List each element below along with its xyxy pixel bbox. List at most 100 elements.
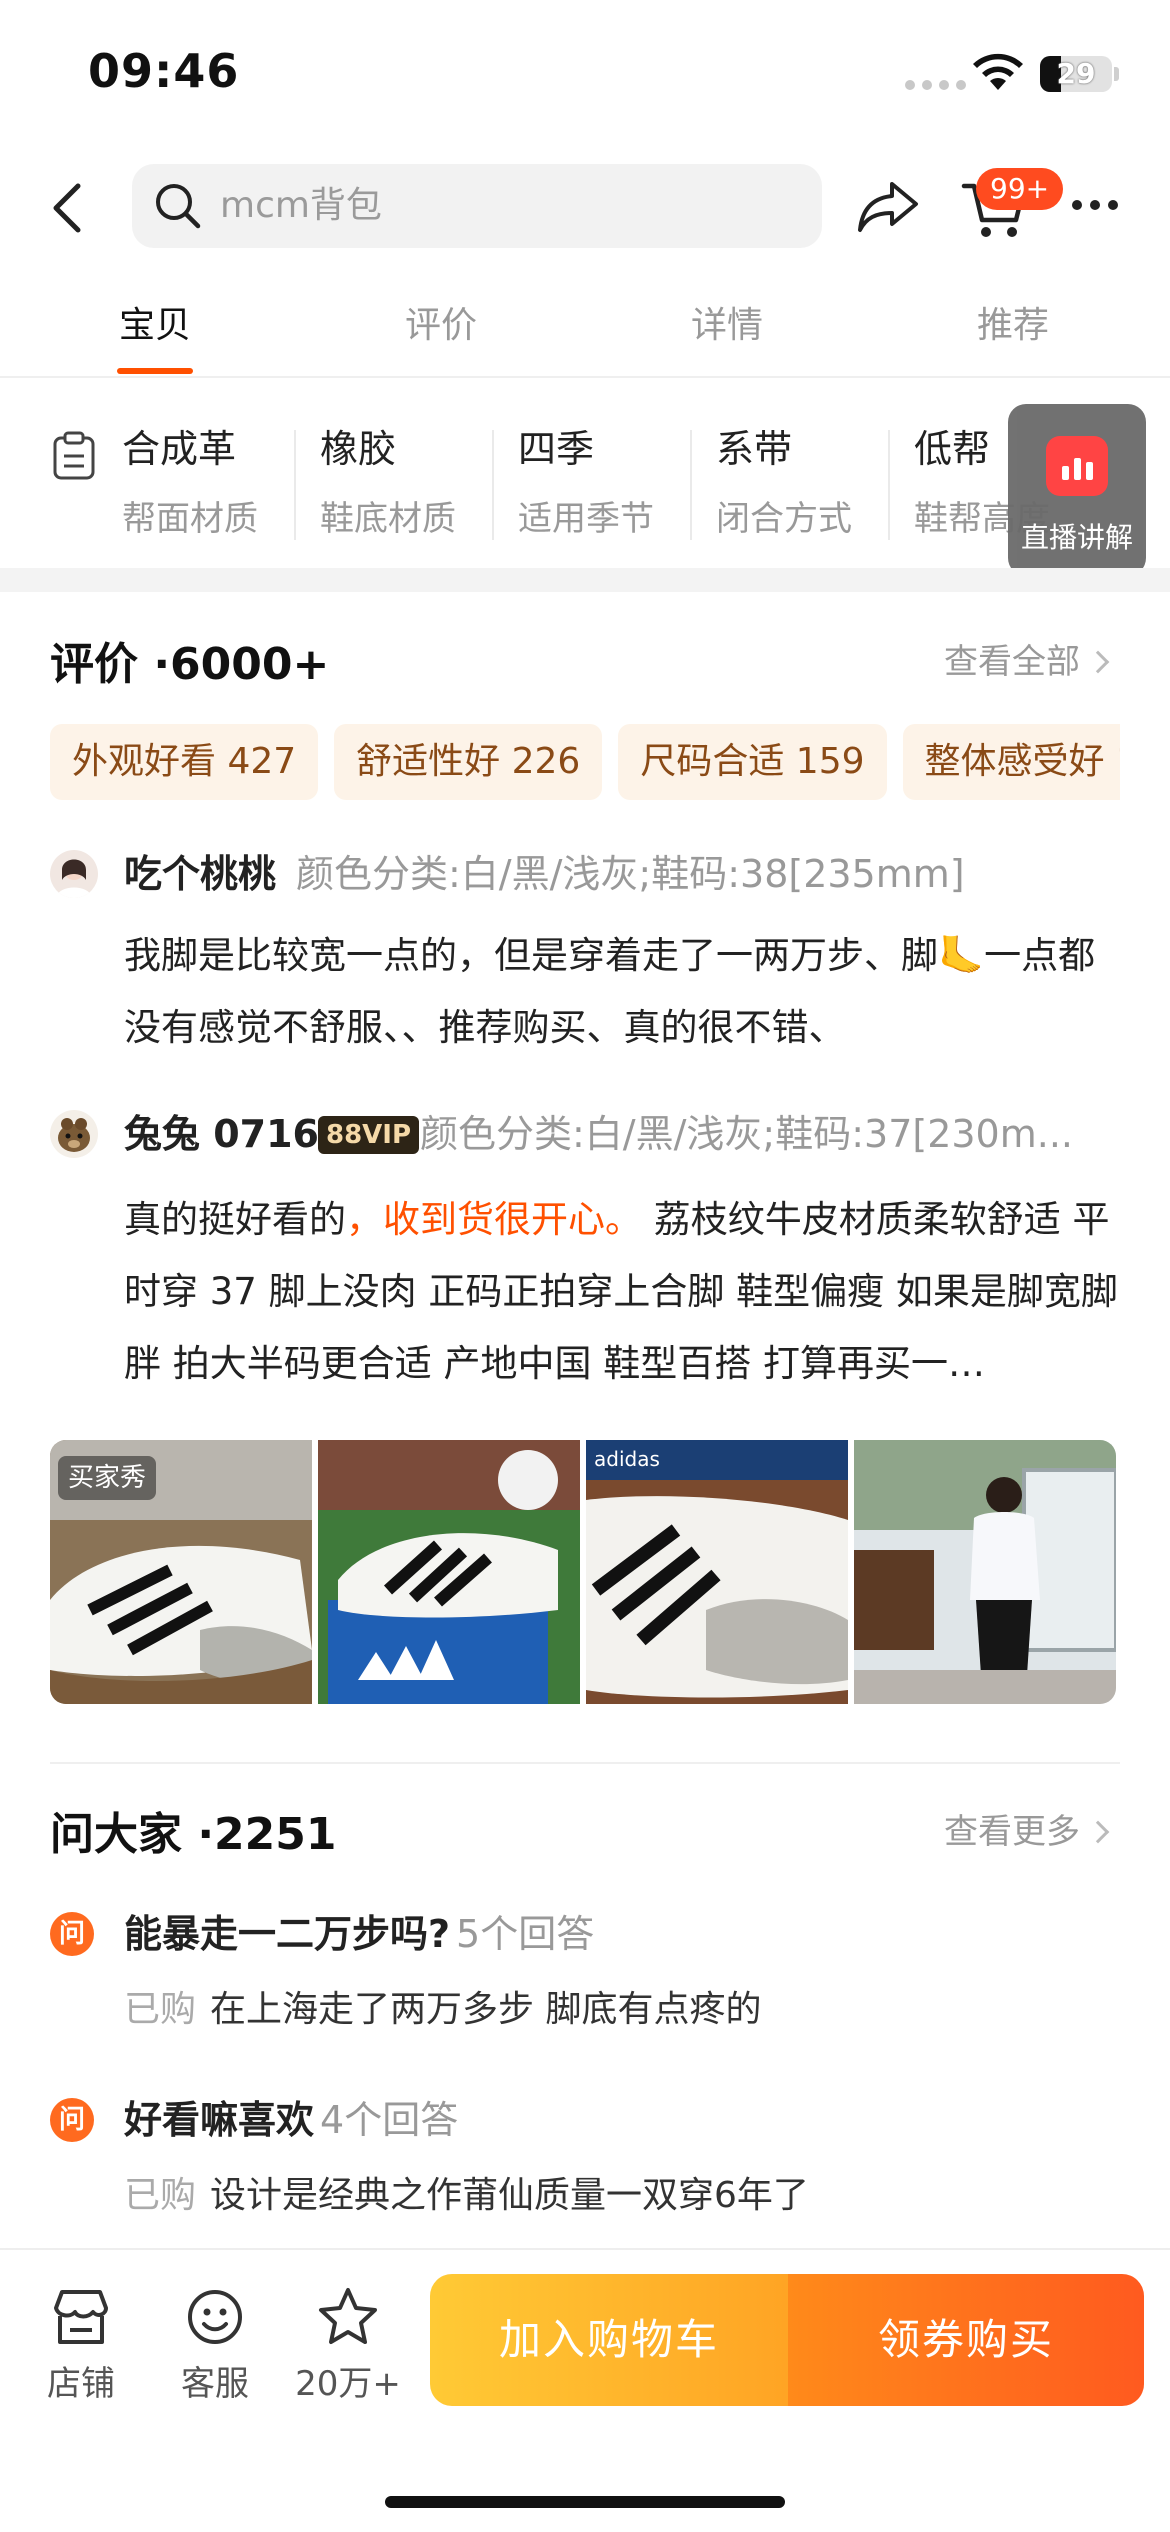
review-item[interactable]: 吃个桃桃 颜色分类:白/黑/浅灰;鞋码:38[235mm] 我脚是比较宽一点的，… <box>50 850 1120 1060</box>
search-icon <box>156 184 201 229</box>
attribute-separator <box>690 430 692 540</box>
tab-bar: 宝贝 评价 详情 推荐 <box>0 290 1170 380</box>
review-variant: 颜色分类:白/黑/浅灰;鞋码:37[230m... <box>420 1112 1073 1156</box>
answer-count: 4个回答 <box>320 2098 459 2142</box>
share-icon[interactable] <box>856 176 920 236</box>
chevron-right-icon <box>1086 1820 1110 1844</box>
qa-item[interactable]: 问 好看嘛喜欢 4个回答 已购 设计是经典之作莆仙质量一双穿6年了 <box>50 2092 1120 2232</box>
qa-question: 能暴走一二万步吗? 5个回答 <box>124 1906 594 1962</box>
search-bar[interactable]: mcm背包 <box>132 164 822 248</box>
service-label: 客服 <box>181 2364 249 2404</box>
star-icon <box>319 2288 377 2344</box>
buyer-show-tag: 买家秀 <box>58 1456 157 1500</box>
tab-active-indicator <box>117 368 193 374</box>
review-photo[interactable] <box>318 1440 580 1704</box>
view-more-qa-link[interactable]: 查看更多 <box>944 1804 1110 1853</box>
tab-recommend[interactable]: 推荐 <box>913 290 1113 362</box>
question-text: 能暴走一二万步吗? <box>124 1912 451 1956</box>
clipboard-icon <box>53 431 95 480</box>
view-all-reviews-link[interactable]: 查看全部 <box>944 634 1110 683</box>
store-button[interactable]: 店铺 <box>26 2284 136 2405</box>
avatar <box>50 1110 98 1158</box>
review-photo[interactable]: 买家秀 <box>50 1440 312 1704</box>
product-attributes[interactable]: 合成革 帮面材质 橡胶 鞋底材质 四季 适用季节 系带 闭合方式 低帮 鞋帮高度 <box>0 400 1170 570</box>
bottom-action-bar: 店铺 客服 20万+ 加入购物车 领券购买 <box>0 2248 1170 2532</box>
review-variant: 颜色分类:白/黑/浅灰;鞋码:38[235mm] <box>296 852 965 896</box>
review-photos: 买家秀 adidas <box>50 1440 1116 1704</box>
tab-reviews[interactable]: 评价 <box>341 290 541 362</box>
attribute-value: 系带 <box>716 427 793 471</box>
buy-with-coupon-button[interactable]: 领券购买 <box>788 2274 1144 2406</box>
attribute-value: 橡胶 <box>320 427 397 471</box>
review-tags: 外观好看 427 舒适性好 226 尺码合适 159 整体感受好 1 <box>50 724 1120 800</box>
review-text: 真的挺好看的，收到货很开心。 荔枝纹牛皮材质柔软舒适 平时穿 37 脚上没肉 正… <box>124 1184 1124 1400</box>
chevron-right-icon <box>1086 650 1110 674</box>
answer-count: 5个回答 <box>456 1912 595 1956</box>
tab-item[interactable]: 宝贝 <box>55 290 255 362</box>
view-all-label: 查看全部 <box>944 642 1080 682</box>
service-icon <box>188 2290 242 2344</box>
review-text-part: 真的挺好看的 <box>124 1198 346 1241</box>
home-indicator[interactable] <box>385 2496 785 2508</box>
question-text: 好看嘛喜欢 <box>124 2098 315 2142</box>
review-item[interactable]: 兔兔 0716 88VIP 颜色分类:白/黑/浅灰;鞋码:37[230m... … <box>50 1110 1120 1410</box>
wifi-icon <box>973 53 1023 90</box>
attribute-separator <box>888 430 890 540</box>
back-icon[interactable] <box>48 178 88 238</box>
attribute-separator <box>492 430 494 540</box>
review-text: 我脚是比较宽一点的，但是穿着走了一两万步、脚🦶一点都没有感觉不舒服、、推荐购买、… <box>124 934 1096 1049</box>
review-tag[interactable]: 尺码合适 159 <box>618 724 887 800</box>
avatar <box>50 850 98 898</box>
photo-brand-text: adidas <box>594 1447 660 1471</box>
more-icon[interactable] <box>1072 200 1118 210</box>
favorite-button[interactable]: 20万+ <box>290 2284 406 2405</box>
review-text-highlight: ，收到货很开心。 <box>346 1198 642 1241</box>
qa-question: 好看嘛喜欢 4个回答 <box>124 2092 458 2148</box>
signal-icon <box>905 80 966 90</box>
battery-level: 29 <box>1056 57 1096 90</box>
customer-service-button[interactable]: 客服 <box>160 2284 270 2405</box>
answer-text: 在上海走了两万多步 脚底有点疼的 <box>210 1989 762 2030</box>
section-gap <box>0 568 1170 592</box>
qa-answer: 已购 在上海走了两万多步 脚底有点疼的 <box>124 1982 761 2038</box>
reviewer-name: 吃个桃桃 <box>124 852 277 896</box>
live-stream-button[interactable]: 直播讲解 <box>1008 404 1146 576</box>
add-to-cart-button[interactable]: 加入购物车 <box>430 2274 788 2406</box>
battery-icon: 29 <box>1040 56 1112 92</box>
search-input[interactable]: mcm背包 <box>220 164 382 248</box>
question-icon: 问 <box>50 2098 94 2142</box>
qa-answer: 已购 设计是经典之作莆仙质量一双穿6年了 <box>124 2168 809 2224</box>
qa-title: 问大家 ·2251 <box>50 1809 337 1860</box>
favorites-count: 20万+ <box>295 2364 401 2404</box>
reviewer-name: 兔兔 0716 <box>124 1112 319 1156</box>
review-tag[interactable]: 外观好看 427 <box>50 724 319 800</box>
live-label: 直播讲解 <box>1020 521 1133 554</box>
status-time: 09:46 <box>88 44 240 98</box>
view-more-label: 查看更多 <box>944 1812 1080 1852</box>
attribute-separator <box>294 430 296 540</box>
reviews-title: 评价 ·6000+ <box>50 639 330 690</box>
attribute-key: 鞋底材质 <box>320 499 456 539</box>
attribute-sole-material: 橡胶 鞋底材质 <box>320 424 456 544</box>
question-icon: 问 <box>50 1912 94 1956</box>
bought-label: 已购 <box>124 2175 197 2216</box>
review-photo[interactable] <box>854 1440 1116 1704</box>
attribute-value: 合成革 <box>122 427 237 471</box>
divider <box>50 1762 1120 1764</box>
attribute-upper-material: 合成革 帮面材质 <box>122 424 258 544</box>
qa-item[interactable]: 问 能暴走一二万步吗? 5个回答 已购 在上海走了两万多步 脚底有点疼的 <box>50 1906 1120 2046</box>
live-icon <box>1046 436 1108 496</box>
attribute-key: 帮面材质 <box>122 499 258 539</box>
attribute-season: 四季 适用季节 <box>518 424 654 544</box>
store-label: 店铺 <box>47 2364 115 2404</box>
review-photo[interactable]: adidas <box>586 1440 848 1704</box>
store-icon <box>54 2290 108 2344</box>
cart-badge: 99+ <box>976 168 1064 210</box>
review-tag[interactable]: 整体感受好 1 <box>902 724 1120 800</box>
battery-cap <box>1114 67 1119 81</box>
tab-details[interactable]: 详情 <box>627 290 827 362</box>
attribute-key: 适用季节 <box>518 499 654 539</box>
review-tag[interactable]: 舒适性好 226 <box>334 724 603 800</box>
status-bar: 09:46 29 <box>0 0 1170 150</box>
answer-text: 设计是经典之作莆仙质量一双穿6年了 <box>210 2175 809 2216</box>
